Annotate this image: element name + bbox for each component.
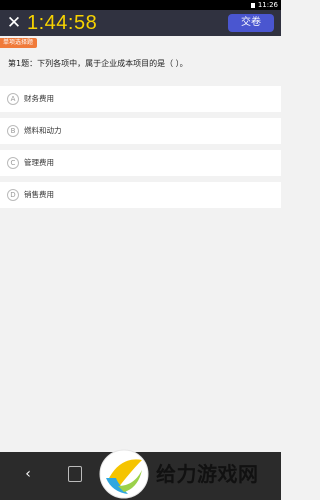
question-panel: 单项选择题 第1题：下列各项中，属于企业成本项目的是（ ）。 A 财务费用 B … bbox=[0, 36, 281, 452]
option-b[interactable]: B 燃料和动力 bbox=[0, 118, 281, 144]
question-type-tag: 单项选择题 bbox=[0, 38, 38, 48]
option-label: 燃料和动力 bbox=[24, 126, 62, 135]
option-letter: A bbox=[7, 93, 19, 105]
option-letter: D bbox=[7, 189, 19, 201]
close-icon[interactable]: ✕ bbox=[5, 13, 23, 33]
home-icon[interactable] bbox=[68, 466, 82, 482]
option-c[interactable]: C 管理费用 bbox=[0, 150, 281, 176]
signal-icon bbox=[251, 2, 255, 8]
option-label: 管理费用 bbox=[24, 158, 54, 167]
watermark-text: 给力游戏网 bbox=[156, 462, 259, 486]
option-list: A 财务费用 B 燃料和动力 C 管理费用 D 销售费用 bbox=[0, 86, 281, 214]
submit-button[interactable]: 交卷 bbox=[228, 14, 274, 32]
option-letter: C bbox=[7, 157, 19, 169]
back-icon[interactable]: ‹ bbox=[20, 464, 36, 484]
question-text: 第1题：下列各项中，属于企业成本项目的是（ ）。 bbox=[8, 59, 188, 68]
option-label: 财务费用 bbox=[24, 94, 54, 103]
countdown-timer: 1:44:58 bbox=[27, 12, 98, 34]
option-d[interactable]: D 销售费用 bbox=[0, 182, 281, 208]
watermark: 给力游戏网 bbox=[98, 448, 281, 500]
status-bar: 11:26 bbox=[0, 0, 281, 10]
option-label: 销售费用 bbox=[24, 190, 54, 199]
status-icons bbox=[251, 0, 255, 10]
exam-header: ✕ 1:44:58 交卷 bbox=[0, 10, 281, 36]
option-letter: B bbox=[7, 125, 19, 137]
option-a[interactable]: A 财务费用 bbox=[0, 86, 281, 112]
watermark-logo bbox=[99, 449, 149, 499]
status-time: 11:26 bbox=[257, 1, 278, 9]
